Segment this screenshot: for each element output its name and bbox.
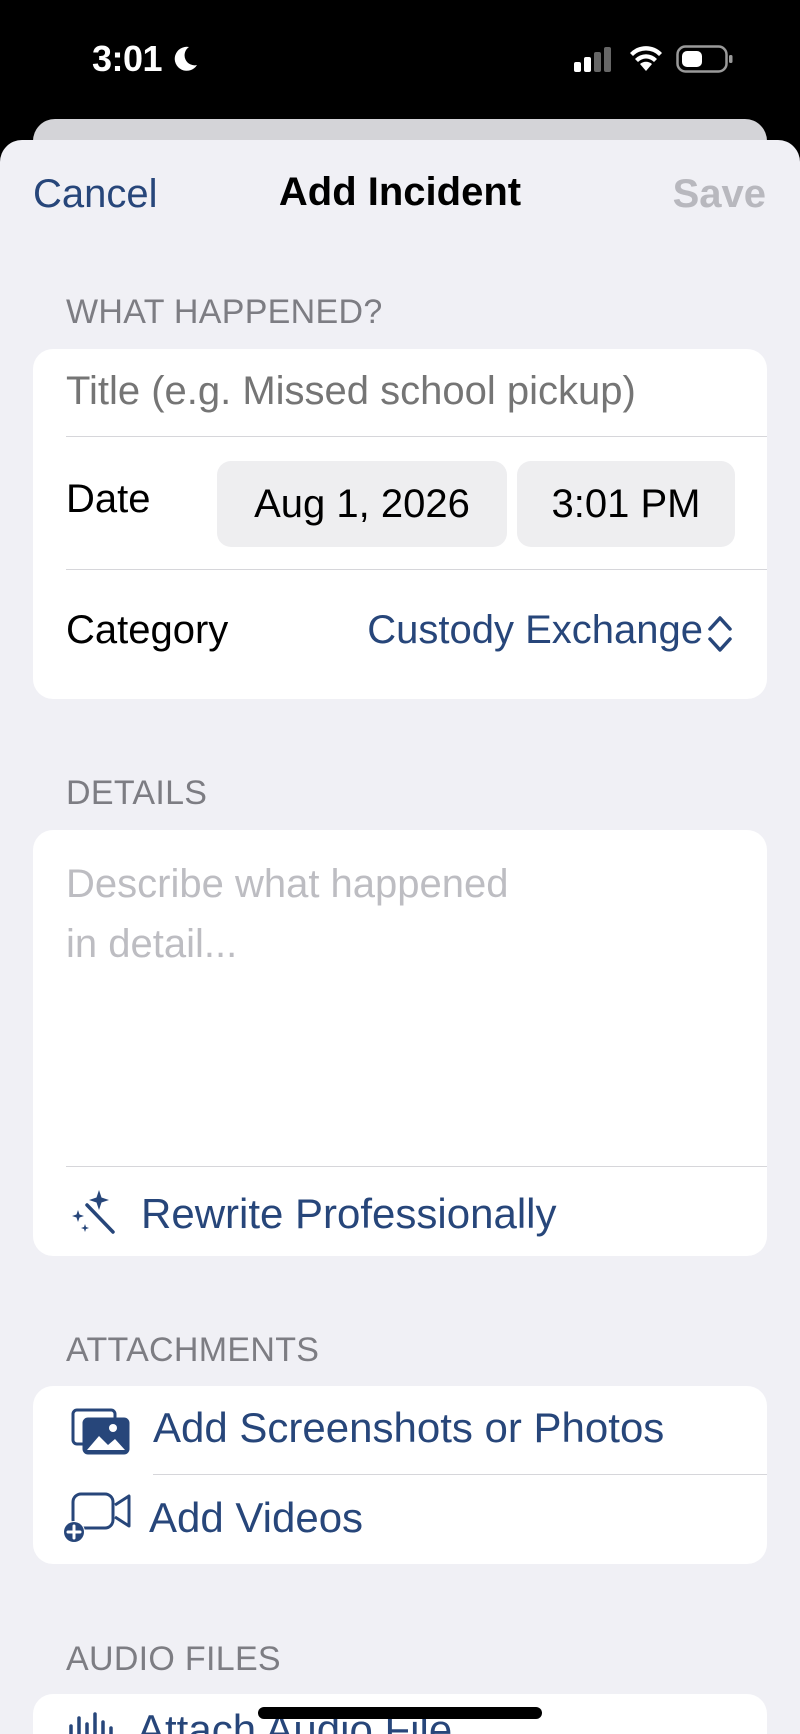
details-header: DETAILS	[66, 774, 208, 812]
status-time: 3:01	[92, 38, 163, 79]
home-indicator	[258, 1707, 542, 1719]
date-label: Date	[66, 477, 151, 521]
signal-icon	[574, 47, 611, 72]
screen: 3:01 Add Incident Cancel Save WHAT HAPPE…	[0, 0, 800, 1734]
details-placeholder-line2: in detail...	[66, 922, 238, 966]
category-label: Category	[66, 608, 229, 652]
attachments-divider	[153, 1474, 767, 1475]
add-photos-button[interactable]: Add Screenshots or Photos	[153, 1404, 664, 1452]
battery-icon	[676, 45, 733, 73]
date-picker-button[interactable]: Aug 1, 2026	[217, 461, 507, 547]
details-textarea[interactable]: Describe what happened in detail...	[66, 854, 626, 974]
details-card: Describe what happened in detail... Rewr…	[33, 830, 767, 1256]
what-happened-header: WHAT HAPPENED?	[66, 293, 383, 331]
attachments-header: ATTACHMENTS	[66, 1331, 320, 1369]
time-picker-button[interactable]: 3:01 PM	[517, 461, 735, 547]
cancel-button[interactable]: Cancel	[33, 172, 158, 217]
wifi-icon	[630, 46, 662, 71]
category-picker[interactable]: Custody Exchange	[367, 608, 703, 653]
audio-files-header: AUDIO FILES	[66, 1640, 281, 1678]
save-button[interactable]: Save	[673, 172, 766, 217]
attachments-card: Add Screenshots or Photos Add Videos	[33, 1386, 767, 1564]
photo-stack-icon	[71, 1408, 130, 1455]
video-add-icon	[63, 1492, 131, 1543]
moon-icon	[174, 46, 197, 71]
title-divider	[66, 436, 767, 437]
waveform-icon	[69, 1712, 113, 1734]
chevron-updown-icon[interactable]	[707, 613, 733, 655]
rewrite-professionally-button[interactable]: Rewrite Professionally	[141, 1190, 557, 1238]
title-input[interactable]	[66, 369, 746, 414]
status-bar: 3:01	[0, 0, 800, 118]
magic-wand-icon	[72, 1190, 115, 1234]
details-divider	[66, 1166, 767, 1167]
details-placeholder-line1: Describe what happened	[66, 862, 509, 906]
add-videos-button[interactable]: Add Videos	[149, 1494, 363, 1542]
what-happened-card: Date Aug 1, 2026 3:01 PM Category Custod…	[33, 349, 767, 699]
date-divider	[66, 569, 767, 570]
